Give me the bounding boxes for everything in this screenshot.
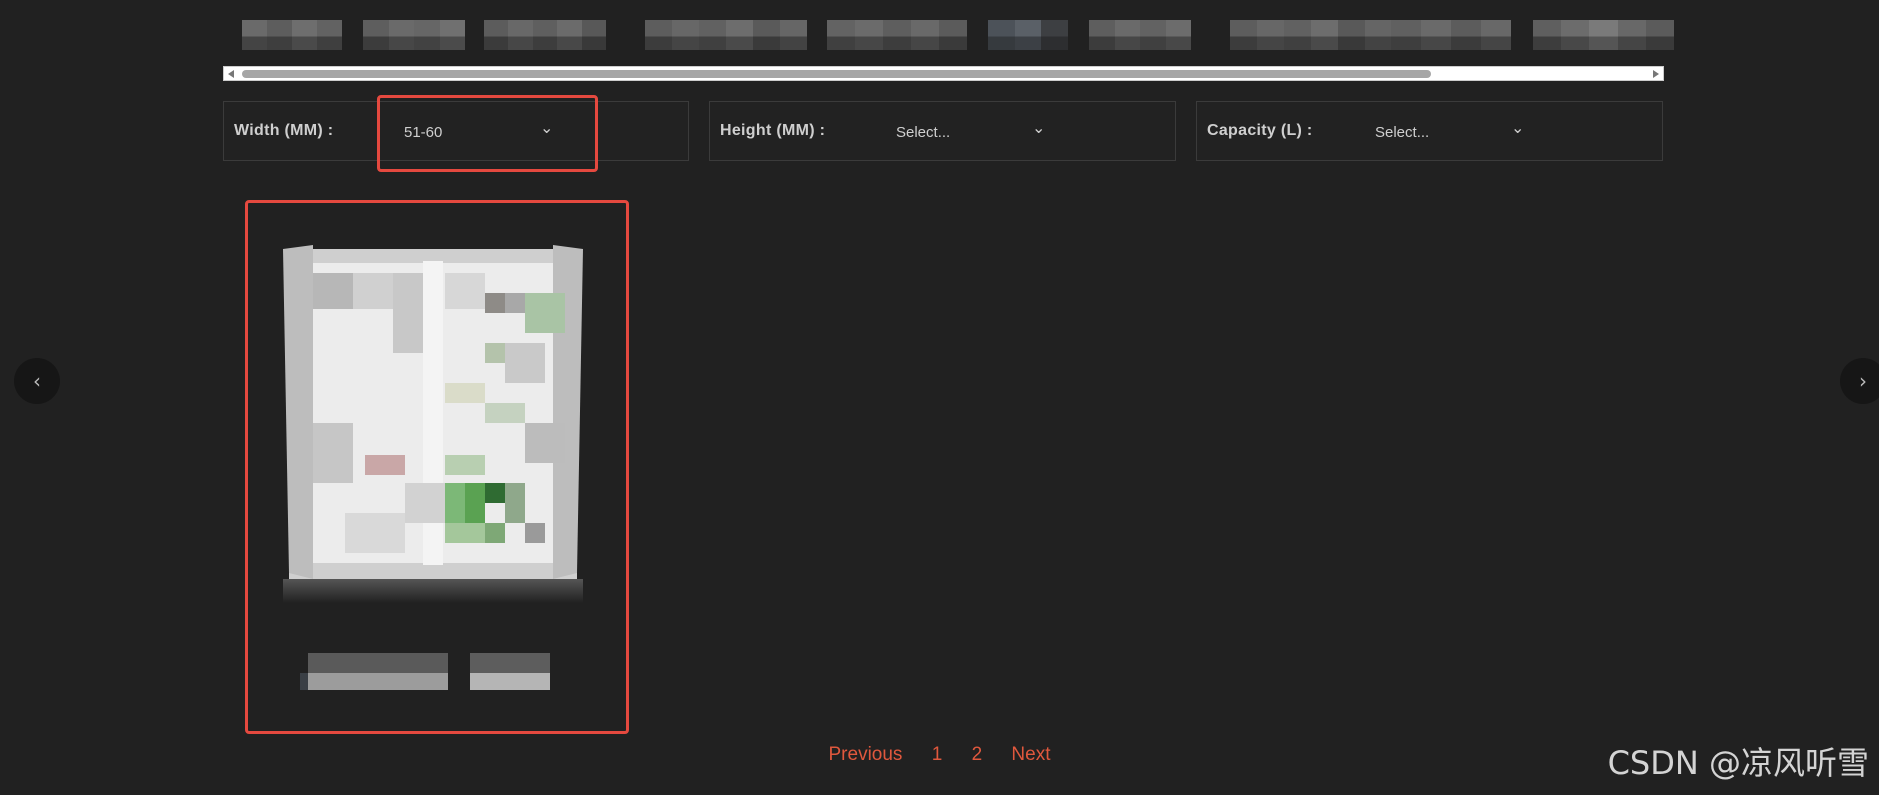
- category-tab[interactable]: [827, 20, 967, 50]
- pagination: Previous 1 2 Next: [0, 744, 1879, 766]
- watermark: CSDN @凉风听雪: [1607, 744, 1869, 782]
- product-title: [300, 653, 560, 697]
- scroll-right-icon[interactable]: [1653, 70, 1659, 78]
- product-title-blur: [300, 653, 550, 690]
- scroll-left-icon[interactable]: [228, 70, 234, 78]
- chevron-down-icon[interactable]: ⌄: [540, 118, 553, 137]
- category-tab[interactable]: [1533, 20, 1675, 50]
- scrollbar-thumb[interactable]: [242, 70, 1431, 78]
- width-filter: Width (MM) : 51-60 ⌄: [223, 101, 689, 161]
- category-tab[interactable]: [242, 20, 342, 50]
- width-filter-label: Width (MM) :: [234, 122, 334, 139]
- chevron-down-icon[interactable]: ⌄: [1511, 118, 1524, 137]
- product-card[interactable]: [245, 200, 629, 734]
- height-select[interactable]: Select...: [896, 124, 950, 141]
- chevron-down-icon[interactable]: ⌄: [1032, 118, 1045, 137]
- capacity-filter: Capacity (L) : Select... ⌄: [1196, 101, 1663, 161]
- horizontal-scrollbar[interactable]: [223, 66, 1664, 81]
- chevron-right-icon: ›: [1859, 369, 1867, 393]
- previous-page-link[interactable]: Previous: [829, 744, 903, 766]
- chevron-left-icon: ‹: [33, 369, 41, 393]
- height-filter: Height (MM) : Select... ⌄: [709, 101, 1176, 161]
- fridge-image: [283, 245, 583, 603]
- height-filter-label: Height (MM) :: [720, 122, 826, 139]
- page-link-1[interactable]: 1: [932, 744, 943, 766]
- width-select[interactable]: 51-60: [404, 124, 442, 141]
- page-link-2[interactable]: 2: [972, 744, 983, 766]
- category-tab[interactable]: [988, 20, 1069, 50]
- category-tab[interactable]: [1391, 20, 1511, 50]
- capacity-select[interactable]: Select...: [1375, 124, 1429, 141]
- category-tab[interactable]: [1089, 20, 1191, 50]
- category-tab[interactable]: [484, 20, 607, 50]
- category-tab[interactable]: [1230, 20, 1392, 50]
- category-tab[interactable]: [645, 20, 807, 50]
- prev-slide-button[interactable]: ‹: [14, 358, 60, 404]
- next-slide-button[interactable]: ›: [1840, 358, 1879, 404]
- category-tab[interactable]: [363, 20, 465, 50]
- capacity-filter-label: Capacity (L) :: [1207, 122, 1313, 139]
- next-page-link[interactable]: Next: [1011, 744, 1050, 766]
